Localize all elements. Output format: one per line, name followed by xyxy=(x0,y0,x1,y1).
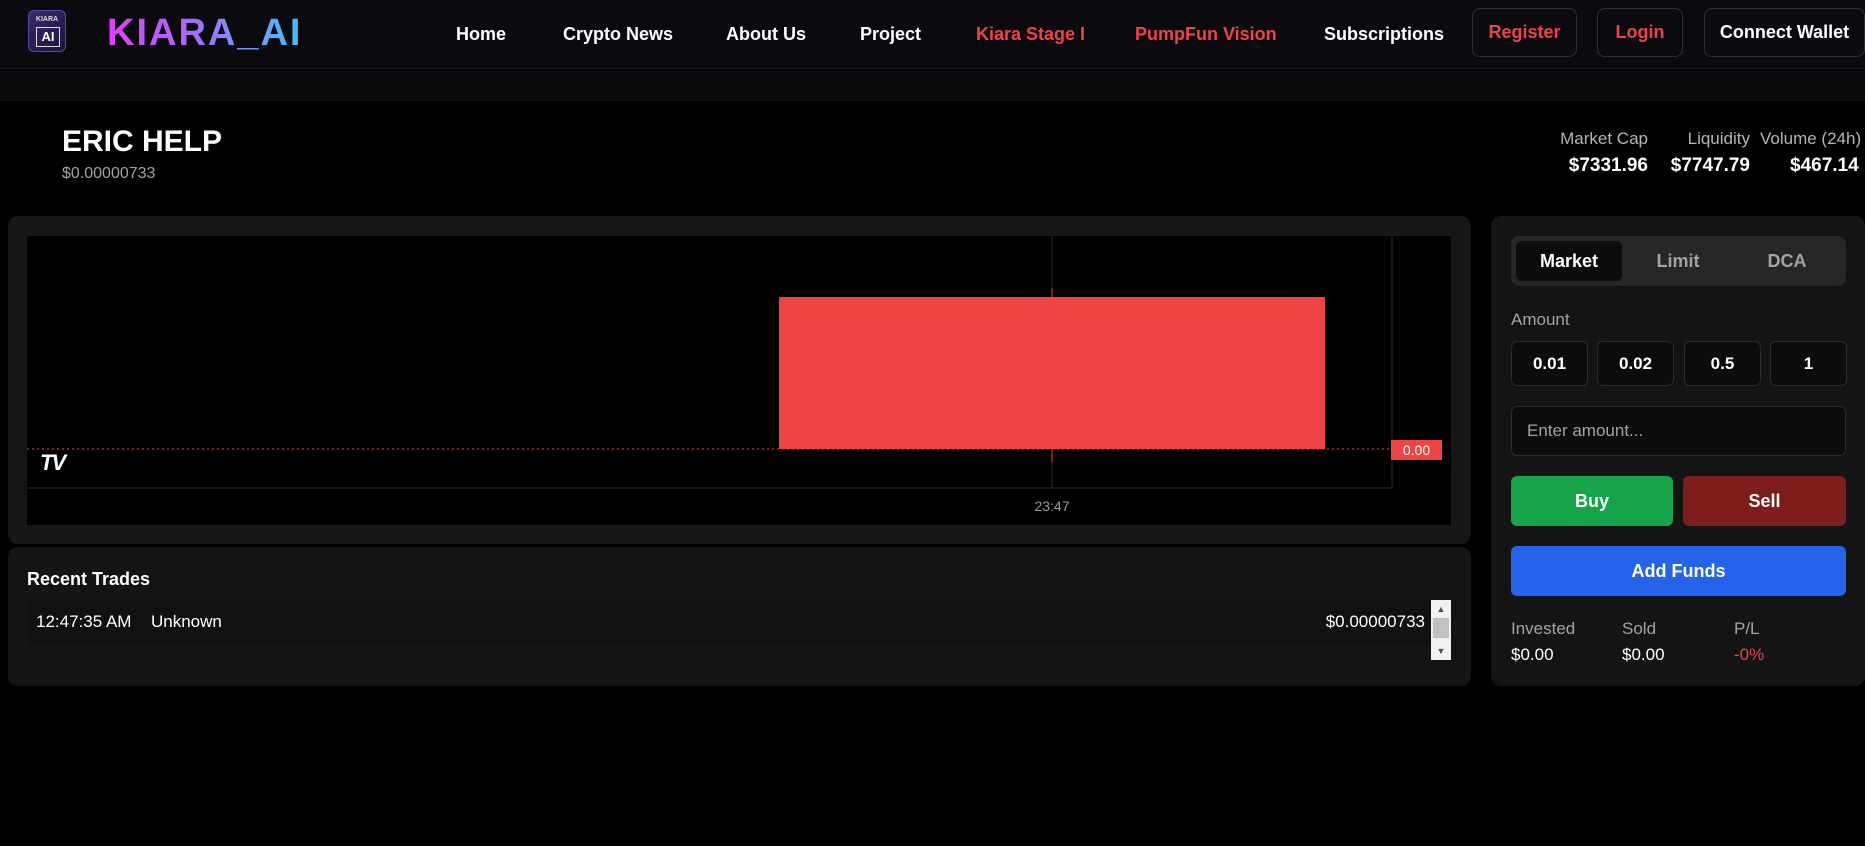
stat-value: $7331.96 xyxy=(1568,155,1648,176)
scroll-down-icon[interactable]: ▼ xyxy=(1431,644,1451,658)
candle-body xyxy=(779,297,1325,449)
tab-limit[interactable]: Limit xyxy=(1625,241,1731,281)
price-chart[interactable]: TV 0.00 23:47 xyxy=(27,236,1451,525)
stat-liquidity: Liquidity $7747.79 xyxy=(1660,129,1750,177)
nav-project[interactable]: Project xyxy=(860,24,921,45)
summary-invested: Invested $0.00 xyxy=(1511,619,1575,665)
sell-button[interactable]: Sell xyxy=(1683,476,1846,526)
tradingview-logo-icon[interactable]: TV xyxy=(40,450,66,476)
add-funds-button[interactable]: Add Funds xyxy=(1511,546,1846,596)
summary-pl: P/L -0% xyxy=(1734,619,1764,665)
top-navbar: KIARA AI KIARA_AI Home Crypto News About… xyxy=(0,0,1865,69)
scroll-thumb[interactable] xyxy=(1433,618,1449,638)
recent-trades-panel: Recent Trades 12:47:35 AM Unknown $0.000… xyxy=(8,547,1471,686)
time-axis-tick: 23:47 xyxy=(1034,498,1070,514)
nav-kiara-stage[interactable]: Kiara Stage I xyxy=(976,24,1085,45)
last-price-tag: 0.00 xyxy=(1391,440,1442,460)
brand-name[interactable]: KIARA_AI xyxy=(107,12,302,55)
summary-value: $0.00 xyxy=(1622,645,1665,664)
token-name: ERIC HELP xyxy=(62,125,223,158)
trade-trader: Unknown xyxy=(151,612,222,631)
nav-subscriptions[interactable]: Subscriptions xyxy=(1324,24,1444,45)
scroll-up-icon[interactable]: ▲ xyxy=(1431,602,1451,616)
nav-about-us[interactable]: About Us xyxy=(726,24,806,45)
stat-value: $7747.79 xyxy=(1670,155,1750,176)
tab-market[interactable]: Market xyxy=(1516,241,1622,281)
buy-button[interactable]: Buy xyxy=(1511,476,1673,526)
login-button[interactable]: Login xyxy=(1597,8,1683,57)
preset-amount-button[interactable]: 0.01 xyxy=(1511,341,1588,386)
register-button[interactable]: Register xyxy=(1472,8,1577,57)
trade-row: 12:47:35 AM Unknown $0.00000733 xyxy=(27,600,1450,646)
trade-price: $0.00000733 xyxy=(1325,612,1425,631)
logo-line2: AI xyxy=(36,27,60,47)
nav-pumpfun-vision[interactable]: PumpFun Vision xyxy=(1135,24,1277,45)
nav-home[interactable]: Home xyxy=(456,24,506,45)
order-panel: Market Limit DCA Amount 0.01 0.02 0.5 1 … xyxy=(1491,216,1865,686)
stat-market-cap: Market Cap $7331.96 xyxy=(1553,129,1648,177)
summary-label: Invested xyxy=(1511,619,1576,638)
summary-sold: Sold $0.00 xyxy=(1622,619,1665,665)
connect-wallet-button[interactable]: Connect Wallet xyxy=(1704,8,1865,57)
stat-label: Volume (24h) xyxy=(1760,129,1862,148)
stat-volume: Volume (24h) $467.14 xyxy=(1760,129,1865,177)
chart-panel: TV 0.00 23:47 xyxy=(8,216,1471,544)
chart-svg xyxy=(27,236,1393,489)
stat-label: Liquidity xyxy=(1687,129,1750,148)
summary-label: Sold xyxy=(1622,619,1657,638)
summary-label: P/L xyxy=(1734,619,1760,638)
token-price: $0.00000733 xyxy=(62,165,156,182)
tab-dca[interactable]: DCA xyxy=(1734,241,1840,281)
stat-value: $467.14 xyxy=(1790,155,1859,176)
preset-amount-button[interactable]: 0.5 xyxy=(1684,341,1761,386)
trade-time: 12:47:35 AM xyxy=(36,612,132,631)
amount-input[interactable] xyxy=(1511,406,1846,456)
logo-line1: KIARA xyxy=(35,16,59,23)
kiara-logo-icon[interactable]: KIARA AI xyxy=(28,10,66,52)
sub-bar xyxy=(0,70,1865,101)
recent-trades-title: Recent Trades xyxy=(27,569,151,589)
preset-amount-button[interactable]: 0.02 xyxy=(1597,341,1674,386)
trades-scrollbar[interactable]: ▲ ▼ xyxy=(1431,600,1451,660)
order-type-tabs: Market Limit DCA xyxy=(1511,236,1846,286)
stat-label: Market Cap xyxy=(1560,129,1648,148)
amount-label: Amount xyxy=(1511,310,1570,329)
summary-value: $0.00 xyxy=(1511,645,1554,664)
preset-amount-button[interactable]: 1 xyxy=(1770,341,1847,386)
nav-crypto-news[interactable]: Crypto News xyxy=(563,24,673,45)
summary-value: -0% xyxy=(1734,645,1765,664)
